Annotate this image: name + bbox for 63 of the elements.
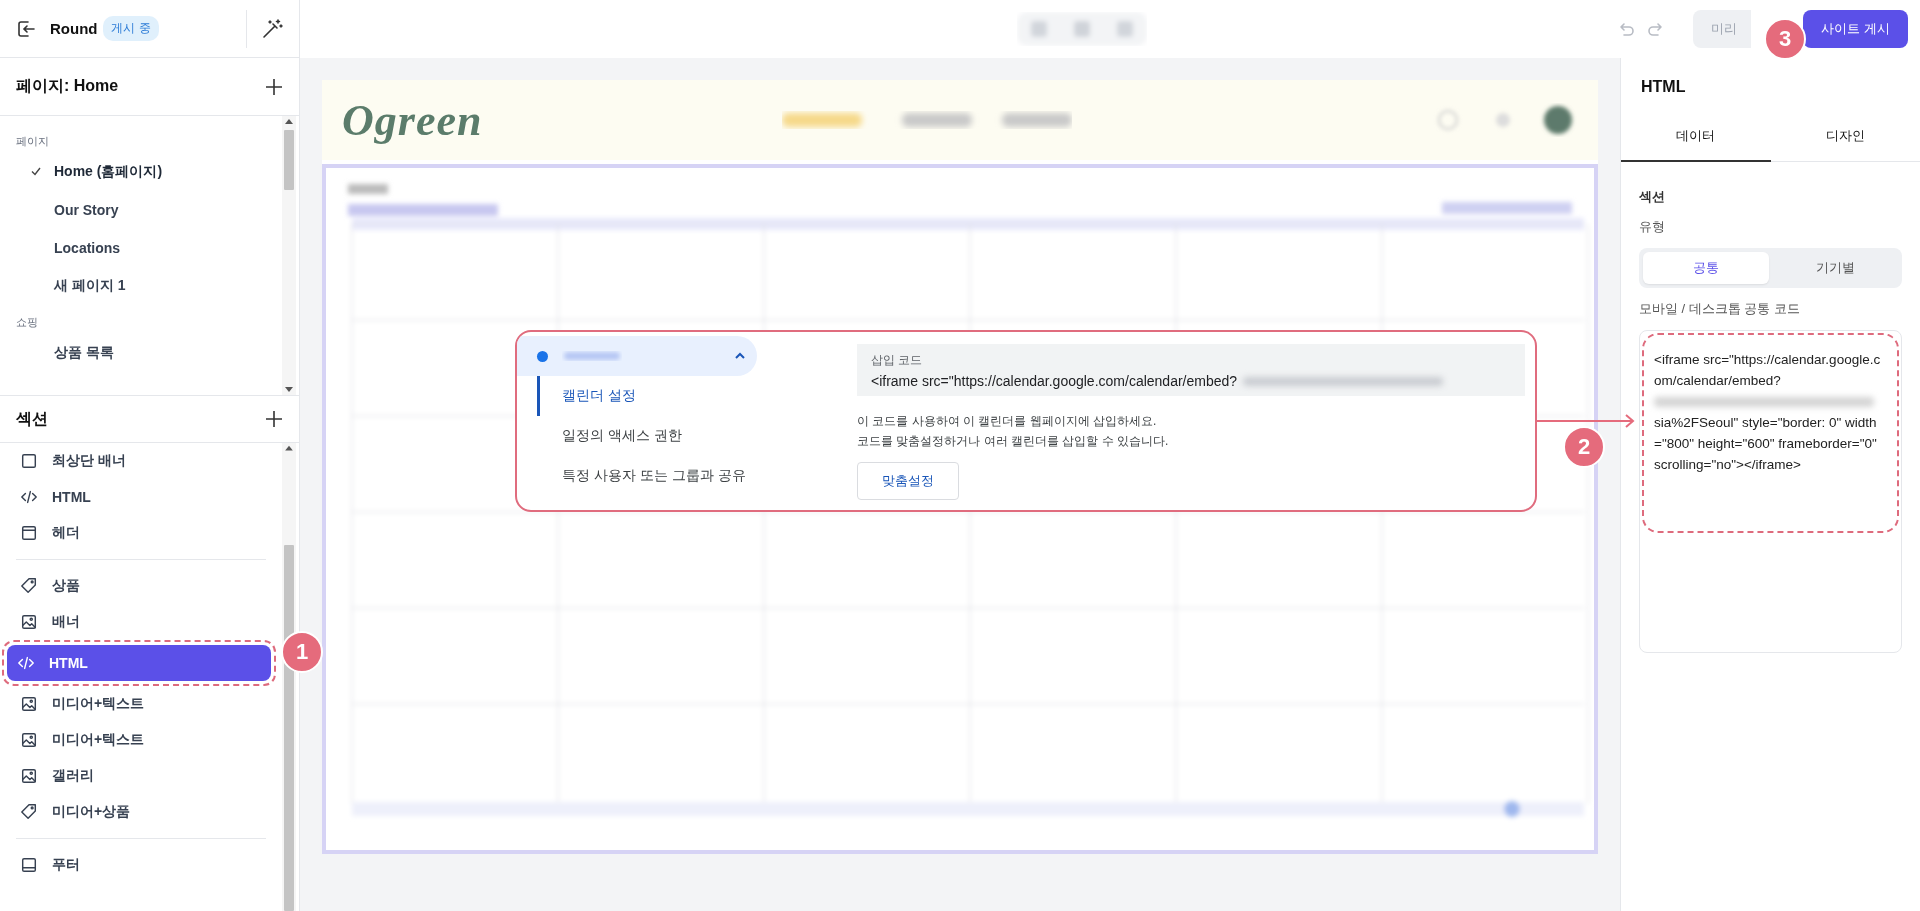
publish-button[interactable]: 사이트 게시 — [1803, 10, 1908, 48]
code-icon — [20, 488, 38, 506]
segment-option[interactable]: 기기별 — [1772, 252, 1898, 284]
page-item[interactable]: 상품 목록 — [54, 344, 114, 362]
add-icon[interactable] — [265, 410, 283, 428]
panel-title: HTML — [1640, 77, 1687, 97]
panel-title: 섹션 — [16, 408, 48, 429]
section-item[interactable]: 미디어+텍스트 — [10, 722, 270, 758]
blurred-name-drawing — [562, 349, 622, 363]
page-item[interactable]: Locations — [54, 240, 121, 256]
code-field[interactable]: <iframe src="https://calendar.google.com/calendar/embed? sia%2FSeoul" style="border: 0" width="800" height="600" frameborder="0" scrolling="no"></iframe> — [1639, 330, 1902, 653]
field-label: 모바일 / 데스크톱 공통 코드 — [1639, 300, 1802, 318]
calendar-color-dot — [537, 350, 548, 362]
section-item[interactable]: 푸터 — [10, 847, 270, 883]
image-icon — [20, 613, 38, 631]
panel-title: 페이지: Home — [16, 76, 119, 96]
help-text: 코드를 맞춤설정하거나 여러 캘린더를 삽입할 수 있습니다. — [857, 433, 1169, 448]
section-label: 섹션 — [1639, 188, 1666, 206]
settings-nav-item[interactable]: 특정 사용자 또는 그룹과 공유 — [537, 456, 857, 496]
embed-code-text: <iframe src="https://calendar.google.com/calendar/embed? — [871, 373, 1238, 389]
add-icon[interactable] — [265, 77, 283, 96]
help-text: 이 코드를 사용하여 이 캘린더를 웹페이지에 삽입하세요. — [857, 414, 1157, 428]
section-item[interactable]: 갤러리 — [10, 758, 270, 794]
header-layout-icon — [20, 524, 38, 542]
page-item[interactable]: 새 페이지 1 — [54, 277, 126, 295]
section-item[interactable]: 미디어+상품 — [10, 794, 270, 830]
site-logo: Ogreen — [342, 94, 483, 146]
image-icon — [20, 731, 38, 749]
tab[interactable]: 데이터 — [1621, 112, 1771, 162]
section-item[interactable]: HTML — [10, 479, 270, 515]
segment-option[interactable]: 공통 — [1643, 252, 1769, 284]
tag-icon — [20, 577, 38, 595]
site-name: Round — [50, 20, 98, 37]
section-item[interactable]: HTML — [7, 645, 271, 681]
section-item[interactable]: 배너 — [10, 604, 270, 640]
section-item[interactable]: 미디어+텍스트 — [10, 686, 270, 722]
image-icon — [20, 695, 38, 713]
section-item[interactable]: 헤더 — [10, 515, 270, 551]
section-item[interactable]: 최상단 배너 — [10, 443, 270, 479]
code-icon — [17, 654, 35, 672]
tag-icon — [20, 803, 38, 821]
code-text: sia%2FSeoul" style="border: 0" width="800" height="600" frameborder="0" scrolling="no"></iframe> — [1654, 415, 1877, 472]
exit-icon[interactable] — [16, 18, 36, 39]
scroll-up-arrow-icon[interactable] — [284, 443, 294, 453]
page-item[interactable]: Our Story — [54, 202, 119, 218]
footer-layout-icon — [20, 856, 38, 874]
customize-button[interactable]: 맞춤설정 — [857, 461, 959, 500]
settings-nav-item[interactable]: 일정의 액세스 권한 — [537, 416, 857, 456]
tab[interactable]: 디자인 — [1770, 112, 1920, 162]
field-label: 유형 — [1639, 218, 1666, 236]
code-text: <iframe src="https://calendar.google.com/calendar/embed? — [1654, 352, 1881, 388]
magic-wand-icon[interactable] — [261, 17, 283, 40]
status-badge: 게시 중 — [103, 16, 159, 41]
section-item[interactable]: 상품 — [10, 568, 270, 604]
group-label: 쇼핑 — [16, 315, 39, 330]
frame-icon — [20, 452, 38, 470]
embed-code-label: 삽입 코드 — [871, 352, 924, 369]
image-icon — [20, 767, 38, 785]
page-item[interactable]: Home (홈페이지) — [54, 163, 163, 181]
scrollbar-thumb[interactable] — [284, 544, 294, 911]
scrollbar-thumb[interactable] — [284, 130, 294, 190]
device-switcher-drawing[interactable] — [1016, 12, 1147, 46]
group-label: 페이지 — [16, 134, 50, 149]
